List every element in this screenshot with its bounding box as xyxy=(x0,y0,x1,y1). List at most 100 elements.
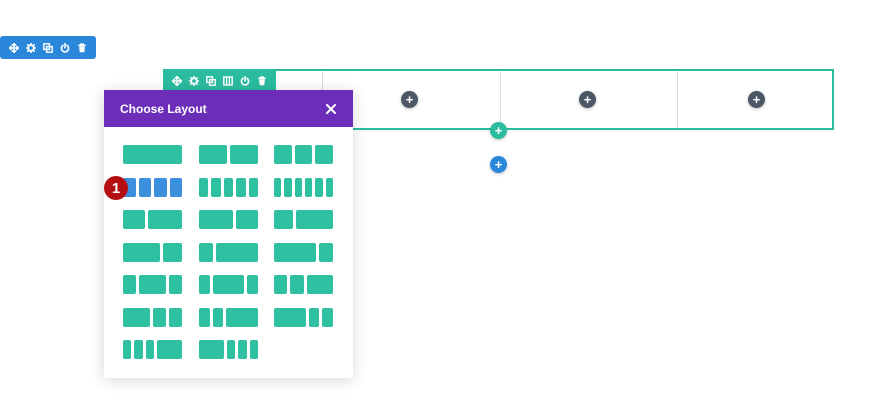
layout-option[interactable] xyxy=(199,145,258,164)
layout-column-segment xyxy=(199,340,224,359)
layout-column-segment xyxy=(290,275,304,294)
layout-column-segment xyxy=(235,210,258,229)
layout-column-segment xyxy=(123,340,132,359)
layout-column-segment xyxy=(236,178,246,197)
layout-column-segment xyxy=(199,145,227,164)
layout-column-segment xyxy=(315,145,333,164)
step-badge-number: 1 xyxy=(111,179,121,197)
layout-option[interactable] xyxy=(274,178,333,197)
gear-icon[interactable] xyxy=(185,69,202,92)
layout-column-segment xyxy=(227,340,236,359)
layout-option[interactable] xyxy=(123,308,182,327)
layout-column-segment xyxy=(123,145,182,164)
add-module-button[interactable]: + xyxy=(748,91,765,108)
layout-column-segment xyxy=(249,340,258,359)
layout-option[interactable] xyxy=(123,145,182,164)
layout-column-segment xyxy=(274,178,282,197)
layout-column-segment xyxy=(134,340,143,359)
column-divider xyxy=(677,71,678,128)
step-badge: 1 xyxy=(104,176,128,200)
layout-column-segment xyxy=(295,210,333,229)
layout-column-segment xyxy=(274,145,292,164)
layout-column-segment xyxy=(148,210,182,229)
row-toolbar xyxy=(163,69,276,92)
layout-column-segment xyxy=(199,210,233,229)
section-toolbar xyxy=(0,36,96,59)
layout-option[interactable] xyxy=(274,145,333,164)
layout-column-segment xyxy=(123,243,161,262)
layout-column-segment xyxy=(212,275,245,294)
layout-option[interactable] xyxy=(123,178,182,197)
trash-icon[interactable] xyxy=(73,36,90,59)
choose-layout-modal: Choose Layout xyxy=(104,90,353,378)
layout-option[interactable] xyxy=(199,340,258,359)
layout-column-segment xyxy=(294,178,302,197)
layout-option[interactable] xyxy=(274,275,333,294)
layout-option[interactable] xyxy=(274,243,333,262)
add-module-label: + xyxy=(752,92,761,107)
layout-column-segment xyxy=(145,340,154,359)
layout-column-segment xyxy=(138,178,151,197)
duplicate-icon[interactable] xyxy=(40,36,57,59)
layout-option[interactable] xyxy=(199,178,258,197)
layout-column-segment xyxy=(274,210,293,229)
layout-column-segment xyxy=(226,308,258,327)
layout-column-segment xyxy=(216,243,258,262)
layout-column-segment xyxy=(199,308,210,327)
layout-column-segment xyxy=(308,308,320,327)
layout-option[interactable] xyxy=(274,308,333,327)
add-section-label: + xyxy=(494,157,503,172)
layout-column-segment xyxy=(223,178,234,197)
layout-column-segment xyxy=(294,145,313,164)
layout-column-segment xyxy=(248,178,258,197)
layout-column-segment xyxy=(284,178,292,197)
layout-column-segment xyxy=(315,178,323,197)
layout-option[interactable] xyxy=(123,340,182,359)
layout-column-segment xyxy=(238,340,247,359)
layout-option[interactable] xyxy=(123,210,182,229)
layout-column-segment xyxy=(123,210,146,229)
layout-column-segment xyxy=(325,178,333,197)
layout-column-segment xyxy=(211,178,221,197)
power-icon[interactable] xyxy=(56,36,73,59)
add-module-button[interactable]: + xyxy=(401,91,418,108)
trash-icon[interactable] xyxy=(253,69,270,92)
layout-column-segment xyxy=(274,308,306,327)
layout-column-segment xyxy=(154,178,167,197)
close-icon[interactable] xyxy=(325,103,337,115)
add-section-button[interactable]: + xyxy=(490,156,507,173)
duplicate-icon[interactable] xyxy=(202,69,219,92)
add-row-button[interactable]: + xyxy=(490,122,507,139)
layout-column-segment xyxy=(199,178,209,197)
layout-column-segment xyxy=(230,145,258,164)
layout-option[interactable] xyxy=(199,308,258,327)
layout-option[interactable] xyxy=(274,210,333,229)
layout-column-segment xyxy=(123,308,150,327)
layout-column-segment xyxy=(322,308,333,327)
layout-option[interactable] xyxy=(199,275,258,294)
layout-column-segment xyxy=(169,178,182,197)
layout-column-segment xyxy=(168,308,182,327)
layout-column-segment xyxy=(139,275,166,294)
layout-column-segment xyxy=(123,275,137,294)
layout-column-segment xyxy=(163,243,182,262)
layout-option[interactable] xyxy=(199,210,258,229)
layout-option[interactable] xyxy=(199,243,258,262)
column-divider xyxy=(500,71,501,128)
layout-column-segment xyxy=(247,275,258,294)
layout-option[interactable] xyxy=(123,243,182,262)
move-icon[interactable] xyxy=(6,36,23,59)
layout-column-segment xyxy=(168,275,182,294)
layout-option[interactable] xyxy=(123,275,182,294)
power-icon[interactable] xyxy=(236,69,253,92)
add-row-label: + xyxy=(494,123,503,138)
columns-icon[interactable] xyxy=(219,69,236,92)
gear-icon[interactable] xyxy=(23,36,40,59)
layout-column-segment xyxy=(152,308,166,327)
layout-column-segment xyxy=(212,308,224,327)
add-module-button[interactable]: + xyxy=(579,91,596,108)
layout-column-segment xyxy=(304,178,313,197)
move-icon[interactable] xyxy=(168,69,185,92)
layout-column-segment xyxy=(199,243,213,262)
layout-column-segment xyxy=(199,275,210,294)
